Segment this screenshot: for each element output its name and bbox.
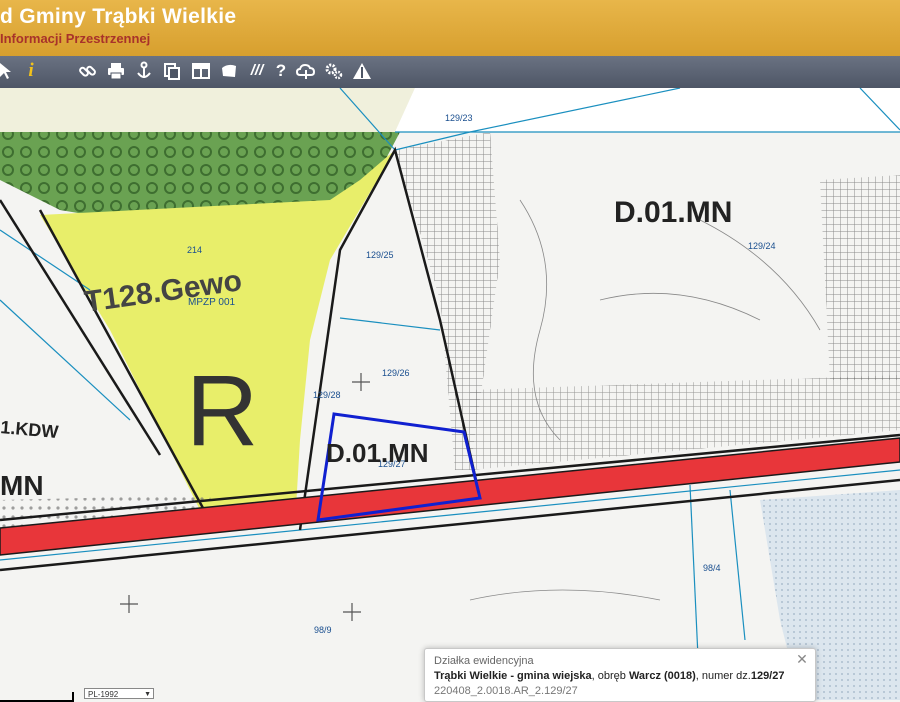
parcel-label-129-25: 129/25 xyxy=(366,250,394,260)
zone-d01mn-label: D.01.MN xyxy=(614,196,732,229)
info-icon[interactable]: i xyxy=(20,60,42,82)
parcel-label-129-23: 129/23 xyxy=(445,113,473,123)
print-icon[interactable] xyxy=(105,60,127,82)
copy-icon[interactable] xyxy=(161,60,183,82)
hatch-icon[interactable]: /// xyxy=(246,60,268,82)
grid-zone-right xyxy=(820,175,900,380)
basemap-strip xyxy=(0,88,415,132)
crs-select[interactable]: PL-1992 ▼ xyxy=(84,688,154,699)
shape-icon[interactable] xyxy=(218,60,240,82)
anchor-icon[interactable] xyxy=(133,60,155,82)
parcel-label-98-9: 98/9 xyxy=(314,625,332,635)
map-view[interactable]: 129/23 129/24 129/25 129/26 129/27 129/2… xyxy=(0,88,900,700)
parcel-label-98-4: 98/4 xyxy=(703,563,721,573)
toolbar: i /// ? xyxy=(0,56,900,89)
settings-icon[interactable] xyxy=(323,60,345,82)
close-icon[interactable]: ✕ xyxy=(795,652,809,666)
app-subtitle: Informacji Przestrzennej xyxy=(0,31,151,46)
popup-header: Działka ewidencyjna xyxy=(434,655,534,667)
popup-sep-obreb: , obręb xyxy=(591,670,629,682)
popup-obreb: Warcz (0018) xyxy=(628,670,696,682)
parcel-label-129-26: 129/26 xyxy=(382,368,410,378)
popup-sep-numer: , numer dz. xyxy=(695,670,751,682)
chevron-down-icon: ▼ xyxy=(144,691,151,698)
app-title: d Gminy Trąbki Wielkie xyxy=(0,5,237,28)
app-header: d Gminy Trąbki Wielkie Informacji Przest… xyxy=(0,0,900,57)
popup-gmina: Trąbki Wielkie - gmina wiejska xyxy=(434,670,592,682)
cursor-icon[interactable] xyxy=(0,60,16,82)
link-icon[interactable] xyxy=(77,60,99,82)
help-icon[interactable]: ? xyxy=(270,60,292,82)
layout-icon[interactable] xyxy=(190,60,212,82)
parcel-label-129-24: 129/24 xyxy=(748,241,776,251)
zone-r-label: R xyxy=(186,355,258,467)
parcel-label-129-28: 129/28 xyxy=(313,390,341,400)
zone-d01mn-parcel-label: D.01.MN xyxy=(326,438,429,468)
parcel-label-214: 214 xyxy=(187,245,202,255)
zone-mn-label: MN xyxy=(0,470,44,501)
scale-bar xyxy=(0,692,74,702)
popup-parcel-id: 220408_2.0018.AR_2.129/27 xyxy=(434,685,578,697)
popup-parcel-line: Trąbki Wielkie - gmina wiejska, obręb Wa… xyxy=(434,670,784,682)
cloud-icon[interactable] xyxy=(295,60,317,82)
parcel-info-popup: Działka ewidencyjna Trąbki Wielkie - gmi… xyxy=(424,648,816,702)
crs-select-value: PL-1992 xyxy=(88,690,119,699)
popup-numer: 129/27 xyxy=(750,670,785,682)
measure-icon[interactable] xyxy=(351,60,373,82)
